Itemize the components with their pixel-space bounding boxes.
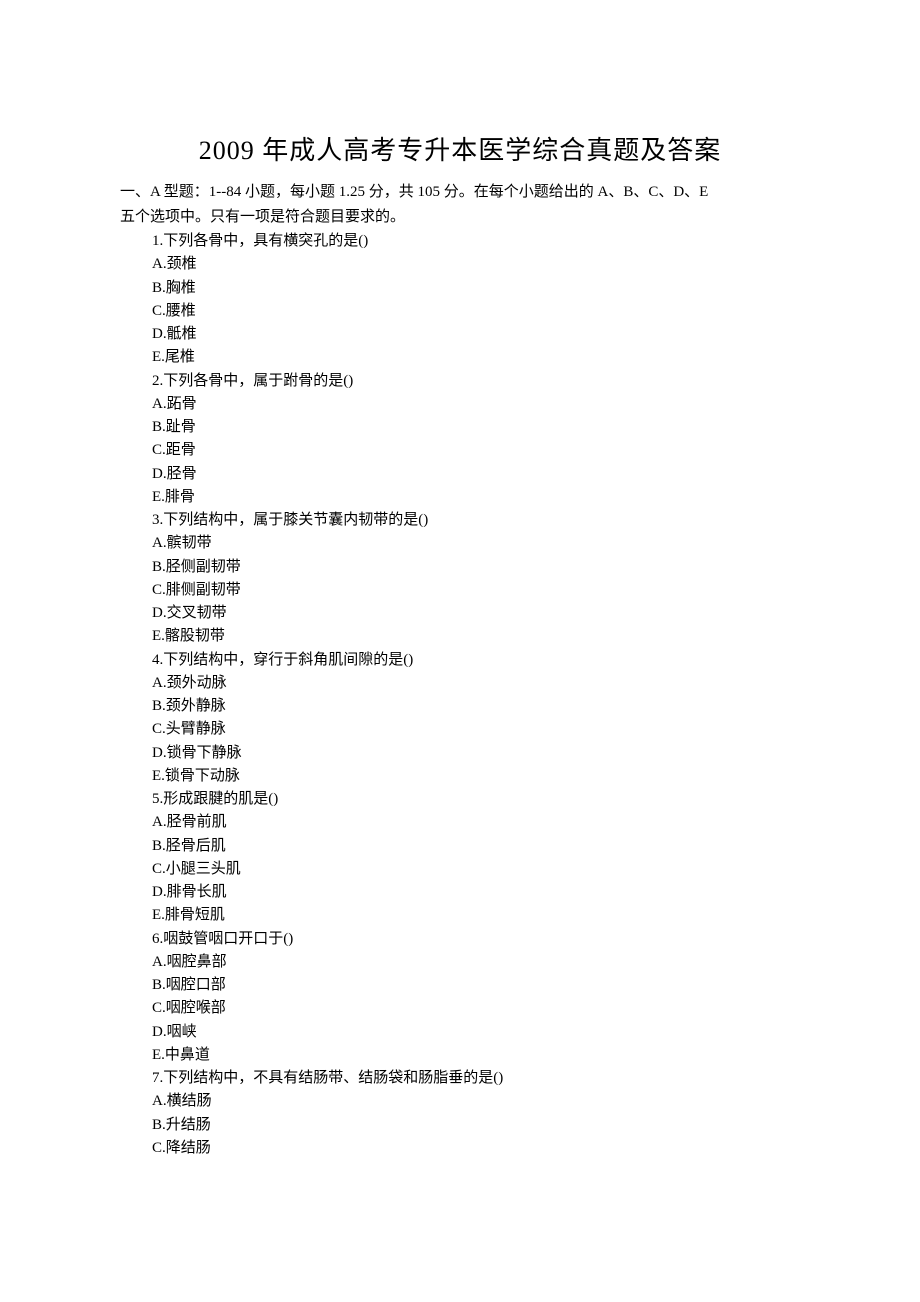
question-stem: 5.形成跟腱的肌是()	[152, 788, 800, 811]
question-option: D.锁骨下静脉	[152, 742, 800, 765]
document-title: 2009 年成人高考专升本医学综合真题及答案	[120, 130, 800, 167]
question-option: E.腓骨	[152, 486, 800, 509]
question-option: B.升结肠	[152, 1114, 800, 1137]
question-option: D.胫骨	[152, 463, 800, 486]
question-option: D.骶椎	[152, 323, 800, 346]
question-stem: 7.下列结构中，不具有结肠带、结肠袋和肠脂垂的是()	[152, 1067, 800, 1090]
question-option: B.胸椎	[152, 277, 800, 300]
question-option: A.胫骨前肌	[152, 811, 800, 834]
instruction-line-1: 一、A 型题：1--84 小题，每小题 1.25 分，共 105 分。在每个小题…	[120, 181, 800, 204]
question-option: D.咽峡	[152, 1021, 800, 1044]
question-option: E.髂股韧带	[152, 625, 800, 648]
question-option: C.距骨	[152, 439, 800, 462]
question-option: D.交叉韧带	[152, 602, 800, 625]
question-option: A.颈外动脉	[152, 672, 800, 695]
question-option: B.颈外静脉	[152, 695, 800, 718]
question-option: D.腓骨长肌	[152, 881, 800, 904]
instruction-line-2: 五个选项中。只有一项是符合题目要求的。	[120, 206, 800, 229]
question-stem: 2.下列各骨中，属于跗骨的是()	[152, 370, 800, 393]
question-option: A.咽腔鼻部	[152, 951, 800, 974]
question-option: B.趾骨	[152, 416, 800, 439]
question-option: C.头臂静脉	[152, 718, 800, 741]
document-page: 2009 年成人高考专升本医学综合真题及答案 一、A 型题：1--84 小题，每…	[0, 0, 920, 1302]
question-option: A.颈椎	[152, 253, 800, 276]
question-option: C.降结肠	[152, 1137, 800, 1160]
question-stem: 4.下列结构中，穿行于斜角肌间隙的是()	[152, 649, 800, 672]
question-option: C.咽腔喉部	[152, 997, 800, 1020]
question-option: E.腓骨短肌	[152, 904, 800, 927]
question-option: A.髌韧带	[152, 532, 800, 555]
question-option: B.咽腔口部	[152, 974, 800, 997]
questions-container: 1.下列各骨中，具有横突孔的是()A.颈椎B.胸椎C.腰椎D.骶椎E.尾椎2.下…	[120, 230, 800, 1160]
question-option: E.中鼻道	[152, 1044, 800, 1067]
question-option: E.锁骨下动脉	[152, 765, 800, 788]
question-option: B.胫骨后肌	[152, 835, 800, 858]
question-option: B.胫侧副韧带	[152, 556, 800, 579]
question-option: C.腰椎	[152, 300, 800, 323]
question-option: C.小腿三头肌	[152, 858, 800, 881]
question-stem: 6.咽鼓管咽口开口于()	[152, 928, 800, 951]
question-option: E.尾椎	[152, 346, 800, 369]
question-option: C.腓侧副韧带	[152, 579, 800, 602]
question-stem: 3.下列结构中，属于膝关节囊内韧带的是()	[152, 509, 800, 532]
question-option: A.横结肠	[152, 1090, 800, 1113]
question-stem: 1.下列各骨中，具有横突孔的是()	[152, 230, 800, 253]
question-option: A.跖骨	[152, 393, 800, 416]
